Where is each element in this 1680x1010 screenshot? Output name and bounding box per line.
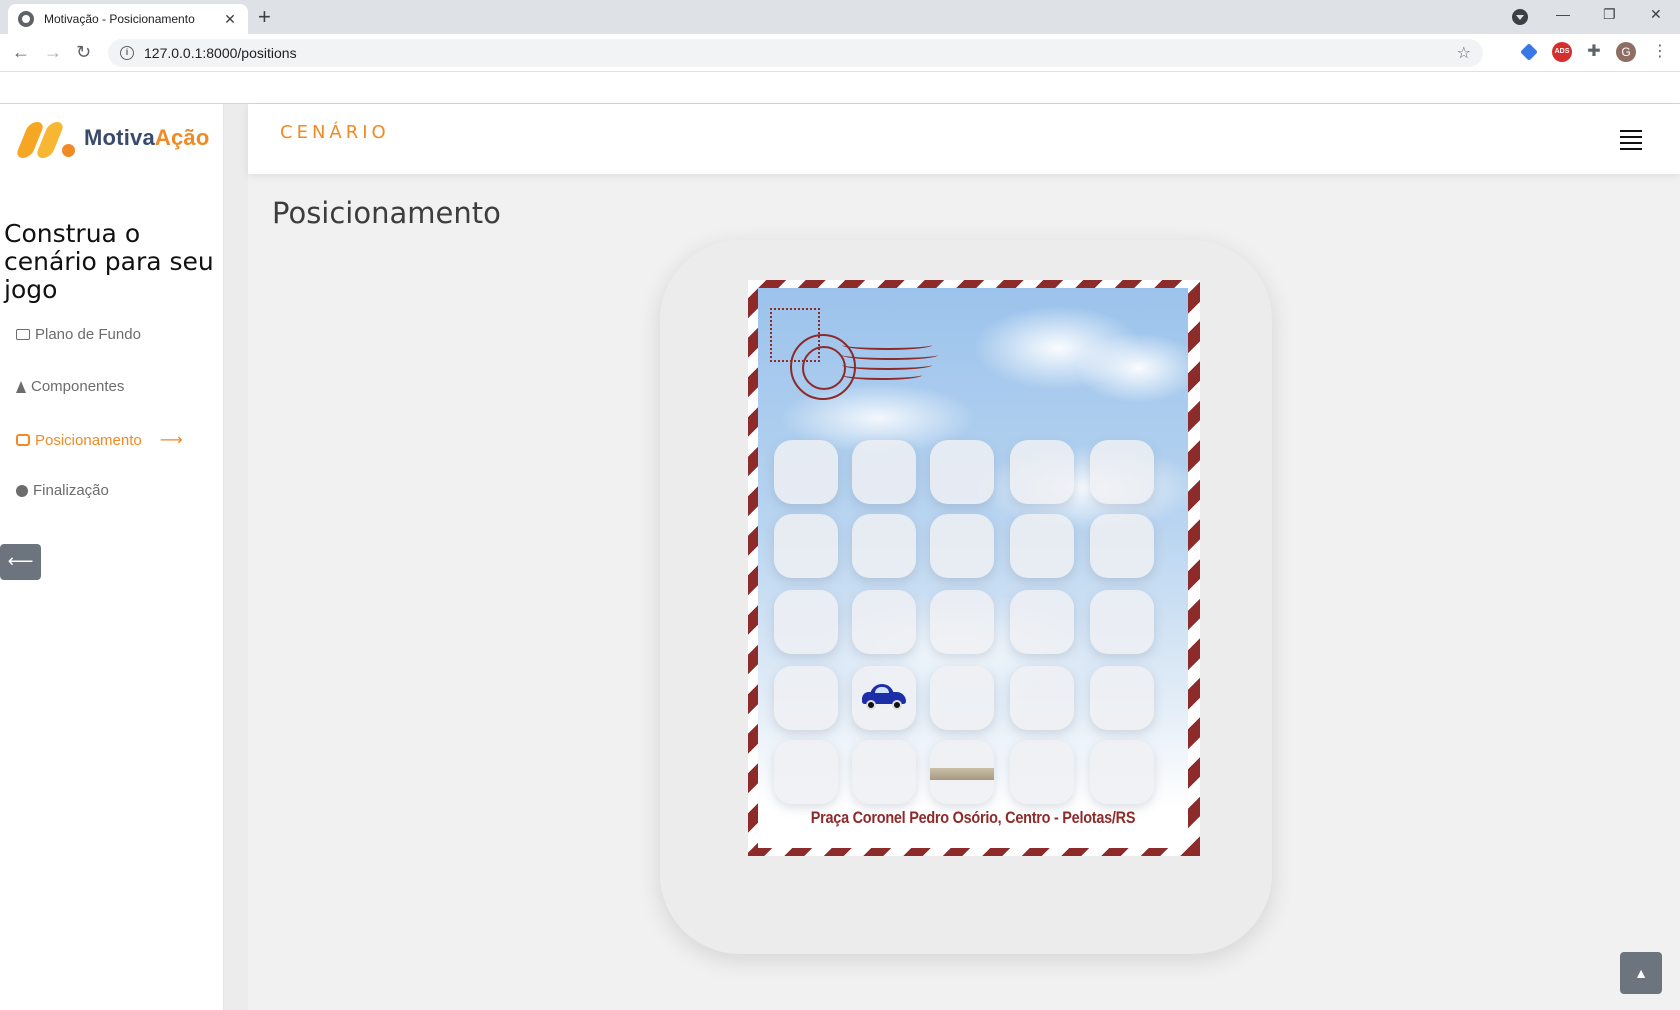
page-title: Posicionamento — [272, 196, 501, 230]
collapse-sidebar-button[interactable]: ⟵ — [0, 544, 41, 580]
grid-cell[interactable] — [930, 740, 994, 804]
grid-cell[interactable] — [774, 740, 838, 804]
grid-cell[interactable] — [930, 666, 994, 730]
tree-icon — [16, 380, 26, 393]
hamburger-menu-icon[interactable] — [1620, 130, 1642, 150]
url-text: 127.0.0.1:8000/positions — [144, 45, 297, 61]
grid-cell[interactable] — [1090, 590, 1154, 654]
postmark-wave — [842, 360, 932, 370]
globe-icon — [18, 11, 34, 27]
info-icon[interactable]: i — [120, 46, 134, 60]
browser-menu-icon[interactable]: ⋮ — [1650, 42, 1670, 62]
sidebar-item-posicionamento[interactable]: Posicionamento ⟶ — [16, 430, 183, 450]
grid-cell[interactable] — [774, 590, 838, 654]
grid-cell[interactable] — [1010, 590, 1074, 654]
postmark-wave — [842, 350, 938, 360]
check-circle-icon — [16, 484, 28, 497]
address-bar-row: ← → ↻ i 127.0.0.1:8000/positions ☆ — [0, 34, 1680, 72]
reload-icon[interactable]: ↻ — [76, 42, 91, 62]
car-icon[interactable] — [860, 684, 908, 710]
new-tab-button[interactable]: + — [258, 6, 271, 28]
extensions-puzzle-icon[interactable]: ✚ — [1584, 42, 1604, 62]
grid-cell[interactable] — [1010, 666, 1074, 730]
image-icon — [16, 329, 30, 340]
logo-text: MotivaAção — [84, 125, 210, 150]
sidebar-divider — [224, 104, 248, 1010]
grid-cell[interactable] — [774, 440, 838, 504]
tab-close-icon[interactable]: ✕ — [222, 11, 238, 28]
postmark-wave — [842, 340, 932, 350]
placement-grid — [774, 440, 1170, 808]
grid-cell[interactable] — [774, 514, 838, 578]
cubes-icon — [16, 434, 30, 446]
grid-cell[interactable] — [852, 440, 916, 504]
sidebar-item-finalizacao[interactable]: Finalização — [16, 482, 109, 499]
scroll-to-top-button[interactable]: ▲ — [1620, 952, 1662, 994]
brand-title[interactable]: CENÁRIO — [280, 122, 390, 143]
sidebar-heading: Construa o cenário para seu jogo — [4, 219, 214, 304]
sidebar-item-label: Plano de Fundo — [35, 326, 141, 343]
grid-cell[interactable] — [1010, 740, 1074, 804]
grid-cell[interactable] — [930, 440, 994, 504]
postcard-caption: Praça Coronel Pedro Osório, Centro - Pel… — [810, 808, 1136, 827]
tab-title: Motivação - Posicionamento — [44, 12, 195, 26]
arrow-right-icon: ⟶ — [159, 432, 183, 449]
forward-arrow-icon[interactable]: → — [44, 42, 62, 62]
profile-avatar[interactable]: G — [1616, 42, 1636, 62]
postcard: Praça Coronel Pedro Osório, Centro - Pel… — [758, 288, 1188, 848]
bookmark-star-icon[interactable]: ☆ — [1457, 43, 1471, 63]
grid-cell[interactable] — [852, 740, 916, 804]
close-window-button[interactable]: ✕ — [1650, 6, 1662, 23]
grid-cell[interactable] — [852, 514, 916, 578]
bookmarks-bar — [0, 72, 1680, 104]
browser-tab-bar: Motivação - Posicionamento ✕ + — ❐ ✕ — [0, 0, 1680, 34]
grid-cell[interactable] — [930, 514, 994, 578]
grid-cell[interactable] — [1090, 666, 1154, 730]
tab-search-icon[interactable] — [1512, 9, 1528, 25]
grid-cell[interactable] — [852, 666, 916, 730]
game-board: Praça Coronel Pedro Osório, Centro - Pel… — [660, 240, 1272, 954]
restore-button[interactable]: ❐ — [1603, 6, 1616, 23]
browser-tab[interactable]: Motivação - Posicionamento ✕ — [8, 4, 248, 34]
grid-cell[interactable] — [1090, 440, 1154, 504]
top-navbar: CENÁRIO — [248, 104, 1680, 174]
grid-cell[interactable] — [1090, 740, 1154, 804]
postcard-frame: Praça Coronel Pedro Osório, Centro - Pel… — [748, 280, 1200, 856]
back-arrow-icon[interactable]: ← — [12, 42, 30, 62]
url-input[interactable]: i 127.0.0.1:8000/positions ☆ — [108, 39, 1483, 67]
sidebar-item-label: Posicionamento — [35, 431, 142, 449]
sidebar-item-plano-de-fundo[interactable]: Plano de Fundo — [16, 326, 141, 343]
grid-cell[interactable] — [1090, 514, 1154, 578]
extension-ads-icon[interactable]: ADS — [1552, 42, 1572, 62]
grid-cell[interactable] — [1010, 440, 1074, 504]
grid-cell[interactable] — [774, 666, 838, 730]
sidebar-item-label: Finalização — [33, 482, 109, 499]
grid-cell[interactable] — [930, 590, 994, 654]
grid-cell[interactable] — [1010, 514, 1074, 578]
plank-icon[interactable] — [930, 768, 994, 780]
postmark-wave — [842, 370, 922, 380]
grid-cell[interactable] — [852, 590, 916, 654]
app-logo[interactable]: MotivaAção — [14, 118, 210, 158]
sidebar-item-componentes[interactable]: Componentes — [16, 378, 124, 395]
logo-mark-icon — [14, 118, 78, 158]
sidebar-item-label: Componentes — [31, 378, 125, 395]
minimize-button[interactable]: — — [1556, 6, 1570, 22]
